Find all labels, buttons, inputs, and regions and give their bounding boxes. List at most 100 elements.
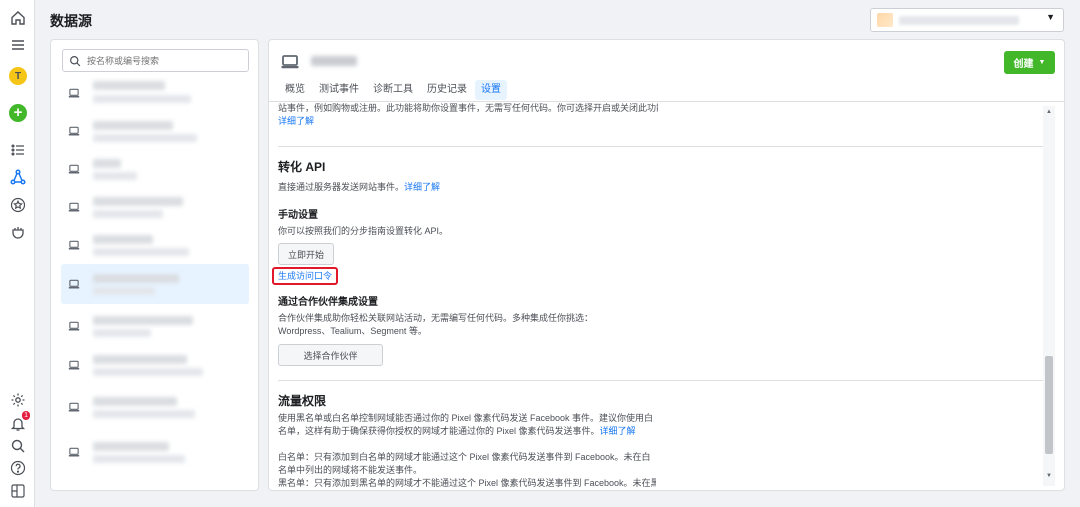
settings-scroll-area: 站事件，例如购物或注册。此功能将助你设置事件，无需写任何代码。你可选择开启或关闭… [269, 103, 1064, 490]
conversions-api-section: 转化 API 直接通过服务器发送网站事件。详细了解 [278, 158, 658, 194]
account-thumbnail [877, 13, 893, 27]
redacted-text [93, 121, 173, 130]
avatar-icon[interactable]: T [9, 67, 27, 85]
data-source-list [50, 39, 259, 491]
notifications-icon[interactable]: 1 [8, 411, 30, 434]
page-title: 数据源 [50, 13, 92, 29]
left-nav-rail: T + 1 [0, 0, 35, 507]
list-item[interactable] [61, 345, 249, 385]
detail-header: 创建 ▼ 概览 测试事件 诊断工具 历史记录 设置 [269, 40, 1064, 102]
learn-more-link[interactable]: 详细了解 [404, 182, 440, 192]
home-icon[interactable] [8, 8, 28, 28]
redacted-text [93, 455, 185, 463]
partner-setup-title: 通过合作伙伴集成设置 [278, 297, 378, 308]
partner-setup-description: 合作伙伴集成助你轻松关联网站活动，无需编写任何代码。多种集成任你挑选：Wordp… [278, 313, 594, 336]
search-field[interactable] [62, 49, 249, 72]
scroll-up-icon[interactable]: ▲ [1045, 109, 1053, 115]
redacted-text [93, 235, 153, 244]
learn-more-link[interactable]: 详细了解 [600, 426, 636, 436]
computer-icon [68, 402, 80, 412]
redacted-text [93, 159, 121, 168]
manual-setup-section: 手动设置 你可以按照我们的分步指南设置转化 API。 [278, 206, 658, 238]
computer-icon [68, 360, 80, 370]
redacted-text [93, 210, 163, 218]
account-selector[interactable]: ▼ [870, 8, 1064, 32]
computer-icon [68, 447, 80, 457]
tab-test-events[interactable]: 测试事件 [313, 80, 365, 100]
chevron-down-icon: ▼ [1038, 59, 1046, 66]
settings-icon[interactable] [8, 390, 28, 410]
panel-icon[interactable] [8, 481, 28, 501]
list-item[interactable] [61, 432, 249, 472]
scrollbar[interactable]: ▲ ▼ [1043, 106, 1055, 486]
section-divider [278, 380, 1043, 381]
menu-icon[interactable] [8, 35, 28, 55]
computer-icon [68, 164, 80, 174]
source-name-redacted [311, 56, 357, 66]
conversions-api-text: 直接通过服务器发送网站事件。 [278, 182, 405, 192]
chevron-down-icon: ▼ [1046, 12, 1055, 22]
create-button-label: 创建 [1013, 59, 1034, 70]
learn-more-link[interactable]: 详细了解 [278, 115, 658, 128]
list-item-selected[interactable] [61, 264, 249, 304]
traffic-permissions-title: 流量权限 [278, 394, 327, 408]
partner-icon[interactable] [8, 222, 28, 242]
redacted-text [93, 134, 197, 142]
scroll-down-icon[interactable]: ▼ [1045, 473, 1053, 479]
list-item[interactable] [61, 111, 249, 151]
avatar-letter: T [14, 70, 22, 82]
traffic-permissions-description: 使用黑名单或白名单控制网域能否通过你的 Pixel 像素代码发送 Faceboo… [278, 412, 656, 438]
scrollbar-thumb[interactable] [1045, 356, 1053, 454]
add-symbol: + [13, 104, 23, 121]
computer-icon [68, 240, 80, 250]
notification-badge: 1 [22, 411, 30, 420]
computer-icon [281, 55, 299, 69]
search-icon[interactable] [8, 436, 28, 456]
computer-icon [68, 88, 80, 98]
list-item[interactable] [61, 225, 249, 265]
search-icon [70, 56, 81, 67]
setup-description: 站事件，例如购物或注册。此功能将助你设置事件，无需写任何代码。你可选择开启或关闭… [278, 103, 658, 113]
redacted-text [93, 81, 165, 90]
computer-icon [68, 126, 80, 136]
computer-icon [68, 279, 80, 289]
list-item[interactable] [61, 306, 249, 346]
choose-partner-button[interactable]: 选择合作伙伴 [278, 344, 383, 366]
redacted-text [93, 287, 155, 295]
settings-content: 站事件，例如购物或注册。此功能将助你设置事件，无需写任何代码。你可选择开启或关闭… [278, 103, 658, 128]
redacted-text [93, 368, 203, 376]
get-started-button[interactable]: 立即开始 [278, 243, 334, 265]
add-icon[interactable]: + [9, 104, 27, 122]
star-icon[interactable] [8, 195, 28, 215]
list-item[interactable] [61, 75, 249, 115]
whitelist-description: 白名单：只有添加到白名单的网域才能通过这个 Pixel 像素代码发送事件到 Fa… [278, 452, 651, 475]
manual-setup-title: 手动设置 [278, 210, 318, 221]
list-item[interactable] [61, 387, 249, 427]
redacted-text [93, 197, 183, 206]
redacted-text [93, 397, 177, 406]
tab-settings[interactable]: 设置 [475, 80, 507, 100]
redacted-text [93, 172, 137, 180]
list-icon[interactable] [8, 140, 28, 160]
traffic-permissions-text: 使用黑名单或白名单控制网域能否通过你的 Pixel 像素代码发送 Faceboo… [278, 413, 654, 436]
tab-overview[interactable]: 概览 [279, 80, 311, 100]
help-icon[interactable] [8, 458, 28, 478]
traffic-permissions-section: 流量权限 使用黑名单或白名单控制网域能否通过你的 Pixel 像素代码发送 Fa… [278, 392, 658, 490]
data-sources-icon[interactable] [8, 167, 28, 187]
section-divider [278, 146, 1043, 147]
redacted-text [93, 355, 187, 364]
account-name-redacted [899, 16, 1019, 25]
list-item[interactable] [61, 149, 249, 189]
search-input[interactable] [87, 53, 242, 68]
tab-history[interactable]: 历史记录 [421, 80, 473, 100]
create-button[interactable]: 创建 ▼ [1004, 51, 1055, 74]
redacted-text [93, 329, 151, 337]
redacted-text [93, 248, 189, 256]
list-item[interactable] [61, 187, 249, 227]
computer-icon [68, 321, 80, 331]
computer-icon [68, 202, 80, 212]
redacted-text [93, 316, 193, 325]
partner-setup-section: 通过合作伙伴集成设置 合作伙伴集成助你轻松关联网站活动，无需编写任何代码。多种集… [278, 293, 658, 338]
manual-setup-description: 你可以按照我们的分步指南设置转化 API。 [278, 226, 449, 236]
tab-diagnostics[interactable]: 诊断工具 [367, 80, 419, 100]
